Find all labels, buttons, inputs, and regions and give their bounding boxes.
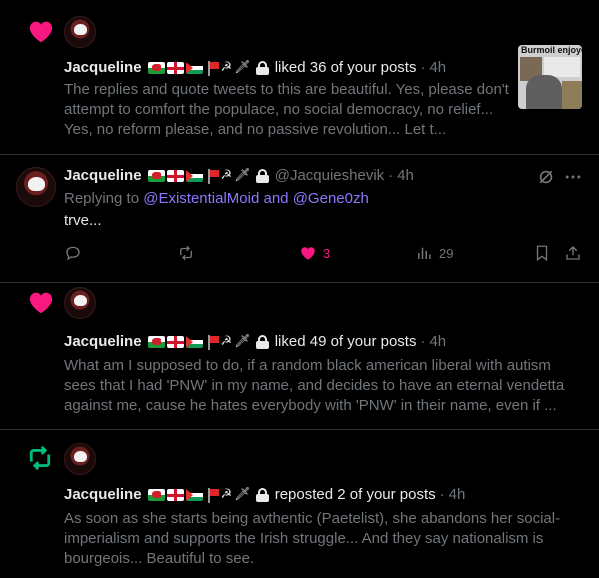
- dagger-icon: 🗡: [234, 487, 251, 502]
- lock-icon: [255, 488, 269, 502]
- views-button[interactable]: 29: [415, 243, 453, 263]
- repost-icon: [180, 245, 192, 261]
- notification-action: reposted 2 of your posts: [274, 486, 436, 503]
- post-preview-text: As soon as she starts being avthentic (P…: [64, 510, 561, 567]
- reply-text: trve...: [64, 212, 102, 229]
- england-flag-icon: [166, 62, 184, 74]
- heart-icon: [29, 292, 53, 314]
- view-count: 29: [439, 245, 454, 261]
- share-button[interactable]: [564, 243, 582, 263]
- notification-header: Jacqueline ☭ 🗡 liked 36 of your posts · …: [64, 58, 446, 78]
- mention-link[interactable]: @Gene0zh: [293, 190, 369, 207]
- england-flag-icon: [166, 336, 184, 348]
- dagger-icon: 🗡: [234, 60, 251, 75]
- hammer-sickle-icon: ☭: [220, 168, 233, 183]
- red-flag-icon: [207, 334, 219, 350]
- mention-link[interactable]: @ExistentialMoid: [143, 190, 259, 207]
- timestamp: 4h: [397, 167, 414, 184]
- mention-and: and: [263, 190, 289, 207]
- heart-icon: [29, 21, 53, 43]
- more-options-icon[interactable]: [563, 167, 583, 187]
- timestamp: 4h: [448, 486, 466, 503]
- bookmark-icon: [536, 245, 548, 262]
- user-name[interactable]: Jacqueline: [64, 58, 142, 78]
- thumbnail-caption: Burmoil enjoyers: [521, 45, 582, 55]
- avatar[interactable]: [64, 287, 96, 319]
- wales-flag-icon: [147, 489, 165, 501]
- dot-separator: ·: [420, 59, 426, 76]
- user-emojis: ☭ 🗡: [147, 166, 269, 186]
- avatar[interactable]: [16, 167, 56, 207]
- palestine-flag-icon: [185, 489, 203, 501]
- bookmark-button[interactable]: [533, 243, 551, 263]
- wales-flag-icon: [147, 170, 165, 182]
- repost-button[interactable]: [177, 243, 195, 263]
- like-button[interactable]: 3: [299, 243, 330, 263]
- england-flag-icon: [166, 170, 184, 182]
- palestine-flag-icon: [185, 170, 203, 182]
- user-handle[interactable]: @Jacquieshevik: [275, 166, 384, 186]
- user-emojis: ☭ 🗡: [147, 58, 269, 78]
- post-preview-text: The replies and quote tweets to this are…: [64, 81, 509, 138]
- avatar[interactable]: [64, 443, 96, 475]
- like-count: 3: [323, 245, 331, 261]
- post-preview-text: What am I supposed to do, if a random bl…: [64, 357, 565, 414]
- dagger-icon: 🗡: [234, 334, 251, 349]
- palestine-flag-icon: [185, 336, 203, 348]
- replying-to: Replying to @ExistentialMoid and @Gene0z…: [64, 189, 579, 209]
- thumbnail-image-part: [562, 81, 582, 109]
- wales-flag-icon: [147, 336, 165, 348]
- england-flag-icon: [166, 489, 184, 501]
- share-icon: [566, 246, 580, 260]
- post-thumbnail[interactable]: Burmoil enjoyers: [518, 45, 582, 109]
- avatar[interactable]: [64, 16, 96, 48]
- views-icon: [418, 247, 431, 259]
- tweet-action-bar: 3 29: [64, 243, 584, 263]
- reply-button[interactable]: [64, 243, 82, 263]
- hammer-sickle-icon: ☭: [220, 334, 233, 349]
- dot-separator: ·: [388, 167, 394, 184]
- heart-icon: [301, 247, 315, 260]
- user-emojis: ☭ 🗡: [147, 332, 269, 352]
- hammer-sickle-icon: ☭: [220, 60, 233, 75]
- thumbnail-image-part: [544, 57, 580, 77]
- timestamp: 4h: [429, 59, 447, 76]
- repost-icon: [29, 445, 51, 471]
- notification-header: Jacqueline ☭ 🗡 reposted 2 of your posts …: [64, 485, 465, 505]
- reply-header: Jacqueline ☭ 🗡 @Jacquieshevik · 4h: [64, 166, 414, 186]
- hammer-sickle-icon: ☭: [220, 487, 233, 502]
- lock-icon: [255, 335, 269, 349]
- notification-action: liked 49 of your posts: [274, 333, 417, 350]
- user-emojis: ☭ 🗡: [147, 485, 269, 505]
- reply-icon: [66, 246, 80, 261]
- dot-separator: ·: [439, 486, 445, 503]
- notification-action: liked 36 of your posts: [274, 59, 417, 76]
- user-name[interactable]: Jacqueline: [64, 166, 142, 186]
- red-flag-icon: [207, 60, 219, 76]
- lock-icon: [255, 169, 269, 183]
- dot-separator: ·: [420, 333, 426, 350]
- red-flag-icon: [207, 487, 219, 503]
- red-flag-icon: [207, 168, 219, 184]
- grok-icon[interactable]: [536, 167, 556, 187]
- notification-header: Jacqueline ☭ 🗡 liked 49 of your posts · …: [64, 332, 446, 352]
- wales-flag-icon: [147, 62, 165, 74]
- dagger-icon: 🗡: [234, 168, 251, 183]
- palestine-flag-icon: [185, 62, 203, 74]
- timestamp: 4h: [429, 333, 447, 350]
- thumbnail-image-part: [526, 75, 562, 109]
- user-name[interactable]: Jacqueline: [64, 485, 142, 505]
- user-name[interactable]: Jacqueline: [64, 332, 142, 352]
- notification-like-1[interactable]: Jacqueline ☭ 🗡 liked 36 of your posts · …: [0, 0, 599, 154]
- lock-icon: [255, 61, 269, 75]
- replying-prefix: Replying to: [64, 190, 140, 207]
